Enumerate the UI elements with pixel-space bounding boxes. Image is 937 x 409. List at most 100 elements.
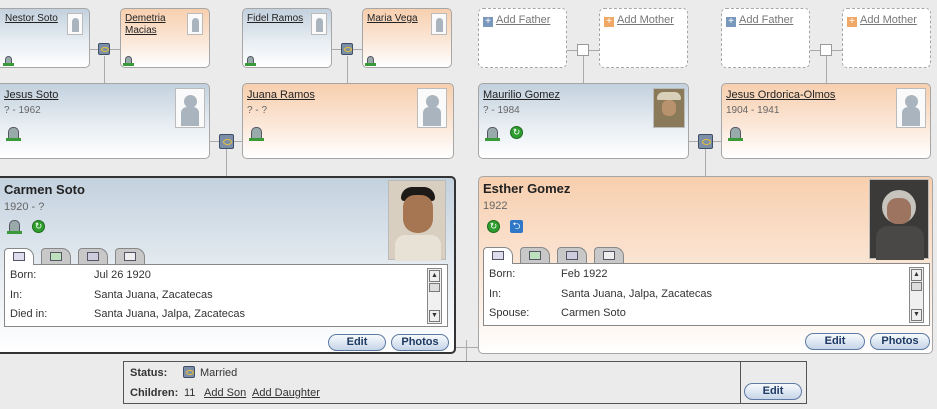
connector-line [226, 148, 227, 176]
avatar [417, 88, 447, 128]
facts-panel: Born: Feb 1922 In: Santa Juana, Jalpa, Zac… [483, 263, 930, 326]
add-father-link[interactable]: Add Father [496, 14, 550, 26]
hint-leaf-icon[interactable]: ↻ [32, 220, 45, 233]
share-arrow-icon[interactable]: ⮌ [510, 220, 523, 233]
scroll-thumb[interactable] [911, 282, 922, 291]
edit-button[interactable]: Edit [805, 333, 865, 350]
person-dates: 1904 - 1941 [726, 105, 780, 116]
tombstone-icon [485, 127, 500, 141]
person-name-link[interactable]: Demetria Macias [125, 13, 175, 37]
empty-mother-slot[interactable]: + Add Mother [842, 8, 931, 68]
tab-family[interactable] [41, 248, 71, 264]
avatar [311, 13, 327, 35]
status-divider [740, 362, 741, 403]
tab-facts[interactable] [483, 247, 513, 264]
tab-media[interactable] [78, 248, 108, 264]
sources-tab-icon [124, 252, 136, 261]
facts-tab-icon [492, 251, 504, 260]
edit-family-button[interactable]: Edit [744, 383, 802, 400]
focus-person-name: Carmen Soto [4, 182, 85, 197]
tombstone-icon [249, 127, 264, 141]
person-name-link[interactable]: Juana Ramos [247, 89, 315, 101]
media-tab-icon [566, 251, 578, 260]
person-photo [869, 179, 929, 260]
avatar [175, 88, 205, 128]
person-dates: ? - ? [247, 105, 268, 116]
person-name-link[interactable]: Jesus Soto [4, 89, 58, 101]
add-mother-link[interactable]: Add Mother [860, 14, 917, 26]
person-card-juana-ramos[interactable]: Juana Ramos ? - ? [242, 83, 454, 159]
focus-person-dates: 1922 [483, 200, 508, 212]
scroll-down-arrow-icon[interactable]: ▼ [429, 310, 440, 322]
person-name-link[interactable]: Nestor Soto [5, 13, 58, 25]
tab-sources[interactable] [594, 247, 624, 263]
hint-leaf-icon[interactable]: ↻ [510, 126, 523, 139]
marriage-icon[interactable] [98, 43, 110, 55]
scroll-down-arrow-icon[interactable]: ▼ [911, 309, 922, 321]
status-label: Status: [130, 367, 168, 379]
person-dates: ? - 1962 [4, 105, 41, 116]
connector-line [466, 340, 467, 362]
tombstone-icon [123, 56, 134, 66]
facts-scrollbar[interactable]: ▲ ▼ [909, 267, 924, 323]
add-icon: + [847, 17, 857, 27]
tombstone-icon [245, 56, 256, 66]
person-card-nestor-soto[interactable]: Nestor Soto [0, 8, 90, 68]
person-card-maria-vega[interactable]: Maria Vega [362, 8, 452, 68]
tombstone-icon [3, 56, 14, 66]
add-son-link[interactable]: Add Son [204, 387, 246, 399]
person-card-esther-gomez[interactable]: Esther Gomez 1922 ↻ ⮌ Born: Feb 1922 In: S… [478, 176, 933, 354]
marriage-icon[interactable] [698, 134, 713, 149]
person-card-jesus-soto[interactable]: Jesus Soto ? - 1962 [0, 83, 210, 159]
person-card-demetria-macias[interactable]: Demetria Macias [120, 8, 210, 68]
family-status-panel: Status: Married Children: 11 Add Son Add… [123, 361, 807, 404]
avatar [653, 88, 685, 128]
tombstone-icon [7, 220, 22, 234]
tab-media[interactable] [557, 247, 587, 263]
tab-sources[interactable] [115, 248, 145, 264]
photos-button[interactable]: Photos [391, 334, 449, 351]
add-icon: + [483, 17, 493, 27]
connector-line [583, 56, 584, 83]
person-name-link[interactable]: Jesus Ordorica-Olmos [726, 89, 835, 101]
facts-panel: Born: Jul 26 1920 In: Santa Juana, Zacatec… [4, 264, 448, 327]
children-label: Children: [130, 387, 179, 399]
sources-tab-icon [603, 251, 615, 260]
scroll-up-arrow-icon[interactable]: ▲ [429, 270, 440, 282]
add-mother-link[interactable]: Add Mother [617, 14, 674, 26]
detail-tabs [4, 248, 154, 265]
tab-facts[interactable] [4, 248, 34, 265]
avatar [187, 13, 203, 35]
photos-button[interactable]: Photos [870, 333, 930, 350]
person-dates: ? - 1984 [483, 105, 520, 116]
family-tab-icon [50, 252, 62, 261]
tombstone-icon [365, 56, 376, 66]
focus-person-dates: 1920 - ? [4, 201, 45, 213]
empty-father-slot[interactable]: + Add Father [478, 8, 567, 68]
connector-line [826, 56, 827, 83]
person-name-link[interactable]: Maurilio Gomez [483, 89, 560, 101]
avatar [896, 88, 926, 128]
empty-father-slot[interactable]: + Add Father [721, 8, 810, 68]
hint-leaf-icon[interactable]: ↻ [487, 220, 500, 233]
person-card-fidel-ramos[interactable]: Fidel Ramos [242, 8, 332, 68]
facts-scrollbar[interactable]: ▲ ▼ [427, 268, 442, 324]
person-card-maurilio-gomez[interactable]: Maurilio Gomez ? - 1984 ↻ [478, 83, 689, 159]
marriage-icon[interactable] [219, 134, 234, 149]
scroll-thumb[interactable] [429, 283, 440, 292]
empty-marriage-icon [577, 44, 589, 56]
add-daughter-link[interactable]: Add Daughter [252, 387, 320, 399]
tab-family[interactable] [520, 247, 550, 263]
add-father-link[interactable]: Add Father [739, 14, 793, 26]
empty-mother-slot[interactable]: + Add Mother [599, 8, 688, 68]
avatar [431, 13, 447, 35]
status-value: Married [200, 367, 238, 379]
avatar [67, 13, 83, 35]
scroll-up-arrow-icon[interactable]: ▲ [911, 269, 922, 281]
marriage-icon[interactable] [341, 43, 353, 55]
edit-button[interactable]: Edit [328, 334, 386, 351]
person-card-jesus-ordorica-olmos[interactable]: Jesus Ordorica-Olmos 1904 - 1941 [721, 83, 931, 159]
person-card-carmen-soto[interactable]: Carmen Soto 1920 - ? ↻ Born: Jul 26 1920 … [0, 176, 456, 354]
person-name-link[interactable]: Maria Vega [367, 13, 418, 25]
person-name-link[interactable]: Fidel Ramos [247, 13, 303, 25]
